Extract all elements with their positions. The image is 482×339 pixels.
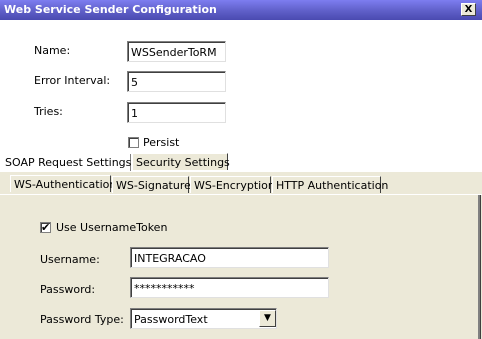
- window-title: Web Service Sender Configuration: [4, 3, 217, 16]
- username-label: Username:: [40, 253, 100, 266]
- ws-authentication-panel: ✔ Use UsernameToken Username: INTEGRACAO…: [0, 194, 482, 339]
- error-interval-label: Error Interval:: [34, 74, 111, 87]
- title-bar: Web Service Sender Configuration X: [0, 0, 482, 20]
- password-type-select[interactable]: PasswordText: [130, 308, 277, 329]
- error-interval-field[interactable]: 5: [127, 71, 226, 92]
- tries-field[interactable]: 1: [127, 102, 226, 123]
- password-type-label: Password Type:: [40, 313, 124, 326]
- password-type-dropdown-button[interactable]: ▼: [259, 310, 276, 327]
- tab-security-settings[interactable]: Security Settings: [132, 153, 230, 170]
- outer-tab-strip: SOAP Request Settings Security Settings: [0, 153, 482, 172]
- password-field[interactable]: ***********: [130, 277, 329, 298]
- tab-ws-encryption[interactable]: WS-Encryption: [190, 176, 275, 193]
- close-button[interactable]: X: [461, 3, 476, 16]
- tab-soap-request-settings[interactable]: SOAP Request Settings: [2, 154, 131, 171]
- use-usernametoken-label: Use UsernameToken: [56, 221, 168, 234]
- username-field[interactable]: INTEGRACAO: [130, 247, 329, 268]
- name-label: Name:: [34, 44, 71, 57]
- use-usernametoken-checkbox[interactable]: ✔: [40, 222, 51, 233]
- inner-tab-strip: WS-Authentication WS-Signature WS-Encryp…: [0, 172, 482, 194]
- password-type-value: PasswordText: [134, 313, 208, 326]
- tab-http-authentication[interactable]: HTTP Authentication: [272, 176, 388, 193]
- general-settings: Name: WSSenderToRM Error Interval: 5 Tri…: [0, 20, 482, 153]
- persist-checkbox[interactable]: [128, 137, 139, 148]
- close-icon: X: [464, 4, 473, 15]
- chevron-down-icon: ▼: [264, 313, 271, 323]
- checkbox-icon: ✔: [41, 221, 51, 234]
- panel-border: [478, 195, 481, 339]
- persist-label: Persist: [143, 136, 180, 149]
- password-label: Password:: [40, 283, 96, 296]
- tab-ws-signature[interactable]: WS-Signature: [112, 176, 191, 193]
- tries-label: Tries:: [34, 105, 63, 118]
- name-field[interactable]: WSSenderToRM: [127, 41, 226, 62]
- tab-ws-authentication[interactable]: WS-Authentication: [10, 175, 116, 192]
